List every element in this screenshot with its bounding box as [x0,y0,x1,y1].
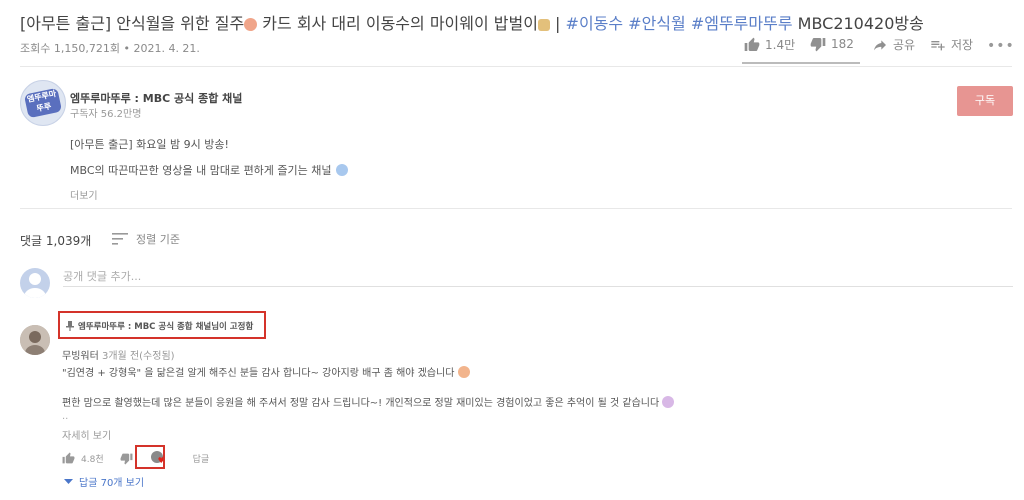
save-label: 저장 [951,38,974,52]
like-ratio-bar [742,62,860,64]
channel-avatar[interactable]: 엠뚜루마뚜루 [20,80,66,126]
pinned-by-text: 엠뚜루마뚜루 : MBC 공식 종합 채널님이 고정함 [78,322,254,332]
pin-icon [66,321,74,331]
save-button[interactable]: 저장 [930,36,973,53]
subscriber-count: 구독자 56.2만명 [70,109,142,120]
grin-emoji-icon [457,366,470,378]
view-count: 조회수 1,150,721회 [20,42,120,55]
reply-button[interactable]: 답글 [193,452,210,465]
channel-logo-text: 엠뚜루마뚜루 [23,87,63,119]
running-emoji-icon [244,18,258,31]
title-hashtags[interactable]: #이동수 #안식월 #엠뚜루마뚜루 [566,14,793,33]
title-separator: | [549,14,566,33]
divider-top [20,66,1012,67]
video-meta: 조회수 1,150,721회 • 2021. 4. 21. [20,42,200,55]
comment-author-line: 무빙워터 3개월 전(수정됨) [62,347,175,362]
comment-input[interactable]: 공개 댓글 추가... [63,268,141,284]
show-more-button[interactable]: 더보기 [70,187,98,202]
description-line-2: MBC의 따끈따끈한 영상을 내 맘대로 편하게 즐기는 채널 [70,162,348,178]
playlist-add-icon [931,40,945,50]
comment-text-1: "김연경 + 강형욱" 을 닮은걸 알게 해주신 분들 감사 합니다~ 강아지랑… [62,368,455,379]
comment-like-button[interactable]: 4.8천 [62,452,104,465]
comment-dislike-button[interactable] [120,452,133,465]
share-button[interactable]: 공유 [872,36,915,53]
thumbs-down-icon [120,453,133,464]
share-icon [874,39,886,50]
thumbs-up-icon [62,452,75,463]
upload-date: 2021. 4. 21. [133,42,200,55]
commenter-avatar[interactable] [20,325,50,355]
like-button[interactable]: 1.4만 [744,36,795,53]
rice-bowl-emoji-icon [537,19,550,31]
commenter-photo [20,325,50,355]
thumbs-down-icon [810,38,826,52]
chevron-down-icon [64,478,73,484]
heart-highlight-box [135,445,165,469]
pinned-label: 엠뚜루마뚜루 : MBC 공식 종합 채널님이 고정함 [66,320,253,332]
comment-author[interactable]: 무빙워터 [62,351,99,362]
divider-mid [20,208,1012,209]
comment-text-line-1: "김연경 + 강형욱" 을 닮은걸 알게 해주신 분들 감사 합니다~ 강아지랑… [62,364,470,379]
channel-name[interactable]: 엠뚜루마뚜루 : MBC 공식 종합 채널 [70,90,242,106]
comment-like-count: 4.8천 [81,454,104,465]
view-replies-label: 답글 70개 보기 [79,478,145,489]
more-options-icon[interactable]: ••• [987,38,1015,54]
read-more-button[interactable]: 자세히 보기 [62,427,111,442]
dislike-count: 182 [831,37,854,51]
description-line-2-text: MBC의 따끈따끈한 영상을 내 맘대로 편하게 즐기는 채널 [70,164,332,177]
view-replies-button[interactable]: 답글 70개 보기 [64,474,144,489]
subscribe-button[interactable]: 구독 [957,86,1013,116]
thumbs-up-icon [744,37,760,51]
dislike-button[interactable]: 182 [810,36,854,52]
like-count: 1.4만 [765,38,796,52]
title-prefix: [아무튼 출근] 안식월을 위한 질주 [20,14,245,33]
comment-count: 댓글 1,039개 [20,234,92,248]
smile-emoji-icon [662,396,675,408]
video-title: [아무튼 출근] 안식월을 위한 질주 카드 회사 대리 이동수의 마이웨이 밥… [20,10,924,34]
title-mid: 카드 회사 대리 이동수의 마이웨이 밥벌이 [257,14,538,33]
comment-ellipsis: .. [62,411,69,422]
share-label: 공유 [893,38,916,52]
title-suffix: MBC210420방송 [792,14,924,33]
sort-icon [112,233,128,245]
sort-button[interactable]: 정렬 기준 [112,231,180,247]
description-line-1: [아무튼 출근] 화요일 밤 9시 방송! [70,138,229,151]
user-icon [24,273,46,298]
comment-text-2: 편한 맘으로 촬영했는데 많은 분들이 응원을 해 주셔서 정말 감사 드립니다… [62,398,660,409]
user-avatar [20,268,50,298]
comment-time[interactable]: 3개월 전(수정됨) [102,351,175,362]
comment-input-underline [63,286,1013,287]
comment-text-line-2: 편한 맘으로 촬영했는데 많은 분들이 응원을 해 주셔서 정말 감사 드립니다… [62,394,675,409]
droplet-emoji-icon [335,164,348,176]
sort-label: 정렬 기준 [136,233,180,246]
